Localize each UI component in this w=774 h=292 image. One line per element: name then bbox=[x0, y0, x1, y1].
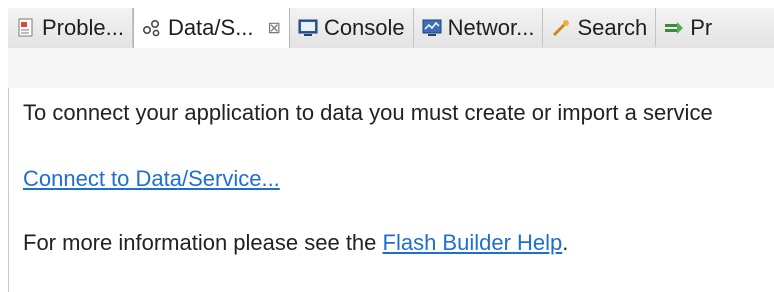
data-services-view: Proble... Data/S... ⊠ Console Networ... bbox=[0, 0, 774, 292]
intro-text: To connect your application to data you … bbox=[23, 100, 713, 125]
tab-progress[interactable]: Pr bbox=[656, 8, 720, 47]
tab-network-monitor[interactable]: Networ... bbox=[414, 8, 544, 47]
close-icon[interactable]: ⊠ bbox=[268, 18, 281, 38]
tab-label: Data/S... bbox=[167, 15, 254, 40]
tab-search[interactable]: Search bbox=[543, 8, 657, 47]
search-icon bbox=[551, 18, 571, 38]
help-prefix: For more information please see the bbox=[23, 230, 383, 255]
help-suffix: . bbox=[562, 230, 569, 255]
console-icon bbox=[298, 18, 318, 38]
problems-icon bbox=[16, 18, 36, 38]
view-toolbar-area bbox=[8, 48, 774, 89]
view-content: To connect your application to data you … bbox=[8, 88, 774, 292]
tab-label: Search bbox=[577, 14, 648, 40]
help-sentence: For more information please see the Flas… bbox=[23, 230, 568, 256]
network-monitor-icon bbox=[422, 18, 442, 38]
tab-data-services[interactable]: Data/S... ⊠ bbox=[132, 8, 290, 48]
flash-builder-help-link[interactable]: Flash Builder Help bbox=[383, 230, 563, 255]
view-tab-bar: Proble... Data/S... ⊠ Console Networ... bbox=[8, 8, 774, 49]
data-services-icon bbox=[142, 18, 162, 38]
tab-console[interactable]: Console bbox=[290, 8, 414, 47]
tab-label: Networ... bbox=[447, 14, 535, 40]
tab-problems[interactable]: Proble... bbox=[8, 8, 133, 47]
tab-label: Pr bbox=[690, 14, 713, 40]
tab-label: Console bbox=[323, 14, 405, 40]
tab-label: Proble... bbox=[42, 14, 124, 40]
progress-icon bbox=[664, 18, 684, 38]
connect-data-service-link[interactable]: Connect to Data/Service... bbox=[23, 166, 280, 191]
